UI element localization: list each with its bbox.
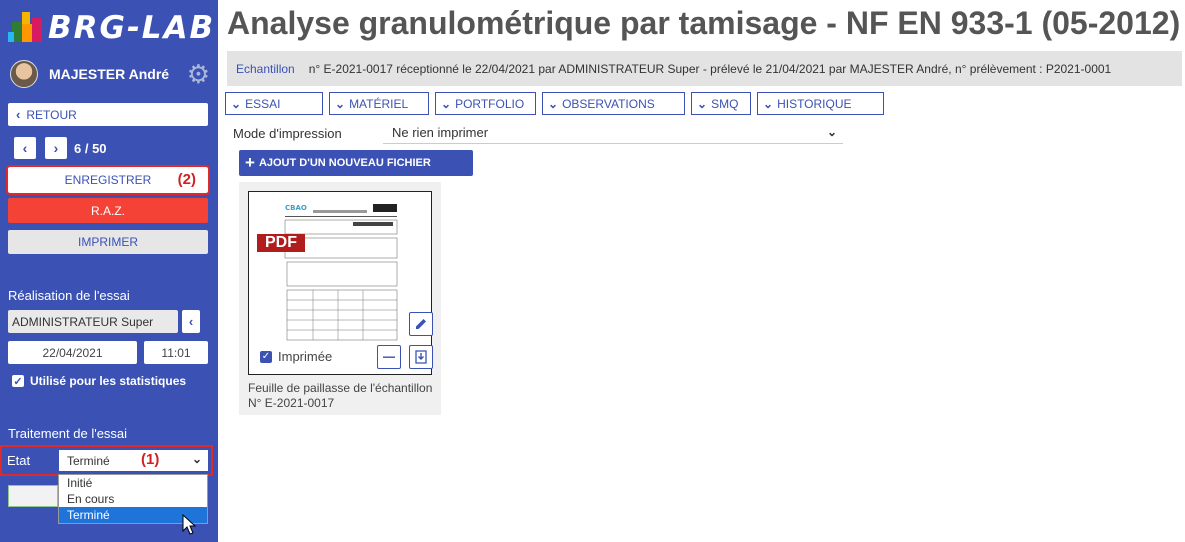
remove-button[interactable] (377, 345, 401, 369)
validate-button[interactable] (8, 485, 58, 507)
reset-button[interactable]: R.A.Z. (8, 198, 208, 223)
chevron-down-icon: ⌄ (335, 96, 346, 111)
tab-observations[interactable]: ⌄ OBSERVATIONS (542, 92, 685, 115)
add-file-label: AJOUT D'UN NOUVEAU FICHIER (258, 157, 431, 169)
pager-count: 6 / 50 (74, 141, 107, 156)
etat-select[interactable]: Terminé (1) ⌄ (59, 450, 208, 471)
mouse-cursor-icon (182, 514, 196, 535)
back-button-label: RETOUR (26, 107, 77, 122)
stats-checkbox[interactable]: ✓ Utilisé pour les statistiques (12, 374, 186, 388)
sample-link[interactable]: Echantillon (236, 62, 295, 76)
annotation-1: (1) (141, 451, 160, 468)
tab-essai[interactable]: ⌄ ESSAI (225, 92, 323, 115)
save-button-label: ENREGISTRER (64, 173, 152, 187)
logo-text: BRG-LAB (48, 10, 216, 46)
add-file-button[interactable]: + AJOUT D'UN NOUVEAU FICHIER (239, 150, 473, 176)
operator-field[interactable]: ADMINISTRATEUR Super (8, 310, 178, 333)
user-name: MAJESTER André (49, 66, 170, 82)
printed-label: Imprimée (278, 349, 333, 364)
etat-row: Etat Terminé (1) ⌄ (0, 445, 213, 476)
chevron-down-icon: ⌄ (826, 125, 837, 139)
tab-label: MATÉRIEL (349, 96, 409, 111)
operator-picker-button[interactable]: ‹ (182, 310, 200, 333)
user-panel: MAJESTER André ⚙ (10, 60, 210, 88)
tab-label: PORTFOLIO (455, 96, 525, 111)
file-caption: Feuille de paillasse de l'échantillon N°… (248, 381, 433, 410)
tab-label: HISTORIQUE (777, 96, 852, 111)
next-button[interactable]: › (45, 137, 67, 159)
edit-button[interactable] (409, 312, 433, 336)
file-card: CBAO PDF ✓ Imprimée Feuille de paillasse… (239, 182, 441, 415)
page-title: Analyse granulométrique par tamisage - N… (227, 5, 1181, 41)
chevron-down-icon: ⌄ (697, 96, 708, 111)
section-tabs: ⌄ ESSAI ⌄ MATÉRIEL ⌄ PORTFOLIO ⌄ OBSERVA… (225, 92, 890, 115)
plus-icon: + (245, 153, 255, 172)
pdf-badge: PDF (257, 234, 305, 252)
download-icon (415, 350, 427, 364)
print-mode-label: Mode d'impression (233, 126, 342, 141)
etat-label: Etat (7, 453, 31, 468)
chevron-right-icon: › (53, 140, 59, 156)
tab-smq[interactable]: ⌄ SMQ (691, 92, 751, 115)
back-button[interactable]: ‹ RETOUR (8, 103, 208, 126)
chevron-down-icon: ⌄ (763, 96, 774, 111)
etat-option-initie[interactable]: Initié (59, 475, 207, 491)
download-button[interactable] (409, 345, 433, 369)
doc-logo: CBAO (285, 204, 307, 212)
chevron-left-icon: ‹ (16, 107, 21, 122)
annotation-2: (2) (177, 171, 196, 188)
etat-option-en-cours[interactable]: En cours (59, 491, 207, 507)
date-field[interactable]: 22/04/2021 (8, 341, 137, 364)
file-thumbnail[interactable]: CBAO PDF ✓ Imprimée (248, 191, 433, 375)
sample-info-text: n° E-2021-0017 réceptionné le 22/04/2021… (308, 61, 1112, 76)
save-button[interactable]: ENREGISTRER (2) (6, 165, 210, 195)
pencil-icon (416, 319, 426, 329)
previous-button[interactable]: ‹ (14, 137, 36, 159)
minus-icon (383, 356, 395, 358)
print-mode-value: Ne rien imprimer (392, 124, 489, 140)
realisation-title: Réalisation de l'essai (8, 288, 130, 303)
chevron-left-icon: ‹ (188, 314, 194, 329)
document-preview-icon: CBAO (284, 204, 398, 341)
chevron-left-icon: ‹ (22, 140, 28, 156)
app-logo[interactable]: BRG-LAB (8, 8, 215, 48)
print-button[interactable]: IMPRIMER (8, 230, 208, 254)
checkmark-icon: ✓ (12, 375, 24, 388)
stats-checkbox-label: Utilisé pour les statistiques (30, 374, 187, 388)
tab-historique[interactable]: ⌄ HISTORIQUE (757, 92, 884, 115)
print-mode-select[interactable]: Ne rien imprimer ⌄ (383, 121, 843, 144)
gear-icon[interactable]: ⚙ (187, 60, 210, 88)
reset-button-label: R.A.Z. (90, 203, 125, 218)
traitement-title: Traitement de l'essai (8, 426, 128, 441)
sample-info-bar: Echantillon n° E-2021-0017 réceptionné l… (227, 51, 1182, 86)
tab-materiel[interactable]: ⌄ MATÉRIEL (329, 92, 429, 115)
tab-label: ESSAI (245, 96, 281, 111)
chevron-down-icon: ⌄ (441, 96, 452, 111)
chevron-down-icon: ⌄ (548, 96, 559, 111)
checkmark-icon: ✓ (260, 350, 272, 363)
chevron-down-icon: ⌄ (191, 452, 202, 466)
printed-checkbox[interactable]: ✓ Imprimée (260, 349, 332, 364)
tab-label: SMQ (711, 96, 739, 111)
time-field[interactable]: 11:01 (144, 341, 208, 364)
print-button-label: IMPRIMER (78, 235, 138, 249)
tab-portfolio[interactable]: ⌄ PORTFOLIO (435, 92, 536, 115)
tab-label: OBSERVATIONS (562, 96, 655, 111)
avatar[interactable] (10, 60, 38, 88)
etat-select-value: Terminé (67, 453, 110, 468)
sidebar: BRG-LAB MAJESTER André ⚙ ‹ RETOUR ‹ › 6 … (0, 0, 218, 542)
logo-icon (8, 10, 42, 46)
chevron-down-icon: ⌄ (231, 96, 242, 111)
